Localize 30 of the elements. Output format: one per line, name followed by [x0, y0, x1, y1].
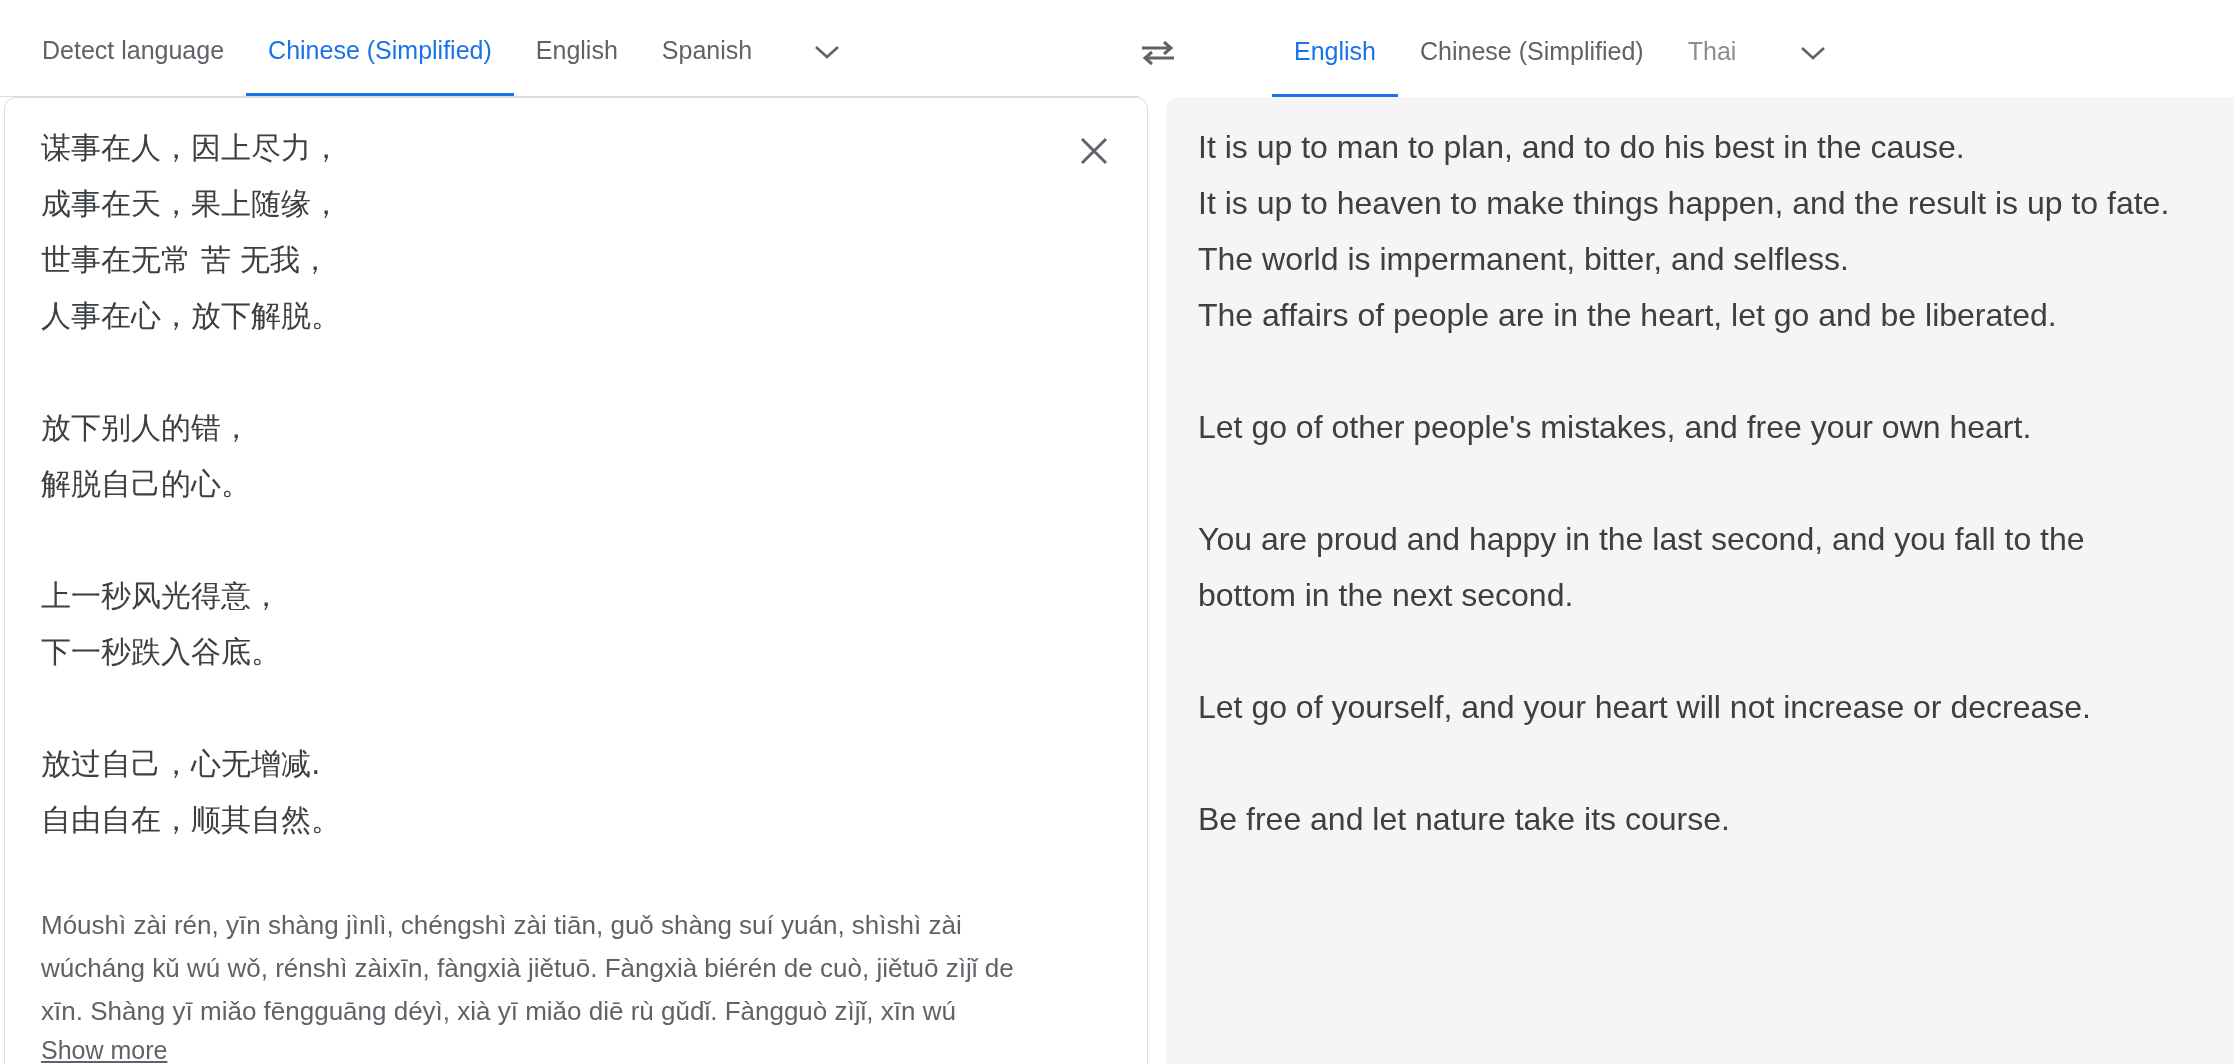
language-tab[interactable]: Spanish	[639, 0, 775, 96]
translation-text-line: It is up to man to plan, and to do his best in the cause.	[1198, 128, 1966, 167]
source-text-line: 放过自己，心无增减.	[41, 745, 321, 783]
translation-text-line: Let go of other people's mistakes, and free your own heart.	[1198, 408, 2033, 447]
language-tab[interactable]: Chinese (Simplified)	[246, 0, 514, 96]
chevron-down-icon[interactable]	[1800, 44, 1827, 61]
translation-text-line: You are proud and happy in the last second, and you fall to the bottom in the next second.	[1198, 520, 2086, 615]
language-tab[interactable]: English	[513, 0, 640, 96]
source-text-line: 放下别人的错，	[41, 409, 251, 447]
chevron-down-icon[interactable]	[814, 44, 841, 60]
language-tab[interactable]: Chinese (Simplified)	[1398, 0, 1666, 97]
source-text-line: 谋事在人，因上尽力，	[41, 129, 341, 167]
source-text-panel[interactable]	[4, 97, 1148, 1064]
translation-text-line: The world is impermanent, bitter, and selfless.	[1198, 240, 1850, 279]
show-more-link[interactable]: Show more	[41, 1033, 168, 1064]
source-text-line: 解脱自己的心。	[41, 465, 251, 503]
source-text-line: 世事在无常 苦 无我，	[41, 241, 331, 279]
source-text-line: 下一秒跌入谷底。	[41, 633, 281, 671]
language-tab[interactable]: Thai	[1665, 0, 1777, 97]
translation-text-line: Let go of yourself, and your heart will not increase or decrease.	[1198, 688, 2092, 727]
translation-text-line: Be free and let nature take its course.	[1198, 800, 1731, 839]
translation-text-line: The affairs of people are in the heart, let go and be liberated.	[1198, 296, 2058, 335]
source-text-line: 人事在心，放下解脱。	[41, 297, 341, 335]
close-icon[interactable]	[1079, 136, 1109, 166]
language-tab[interactable]: Detect language	[20, 0, 247, 96]
transliteration-text: Móushì zài rén, yīn shàng jìnlì, chéngshì zài tiān, guǒ shàng suí yuán, shìshì zài wúcháng kǔ wú wǒ, rénshì zàixīn, fàngxià jiětuō. Fàngxià biérén de cuò, jiětuō zìjǐ de xīn. Shàng yī miǎo fēngguāng déyì, xià yī miǎo diē rù gǔdǐ. Fàngguò zìjǐ, xīn wú	[41, 909, 1015, 1028]
source-text-line: 成事在天，果上随缘，	[41, 185, 341, 223]
translation-text-line: It is up to heaven to make things happen, and the result is up to fate.	[1198, 184, 2171, 223]
source-text-line: 上一秒风光得意，	[41, 577, 281, 615]
source-text-line: 自由自在，顺其自然。	[41, 801, 341, 839]
